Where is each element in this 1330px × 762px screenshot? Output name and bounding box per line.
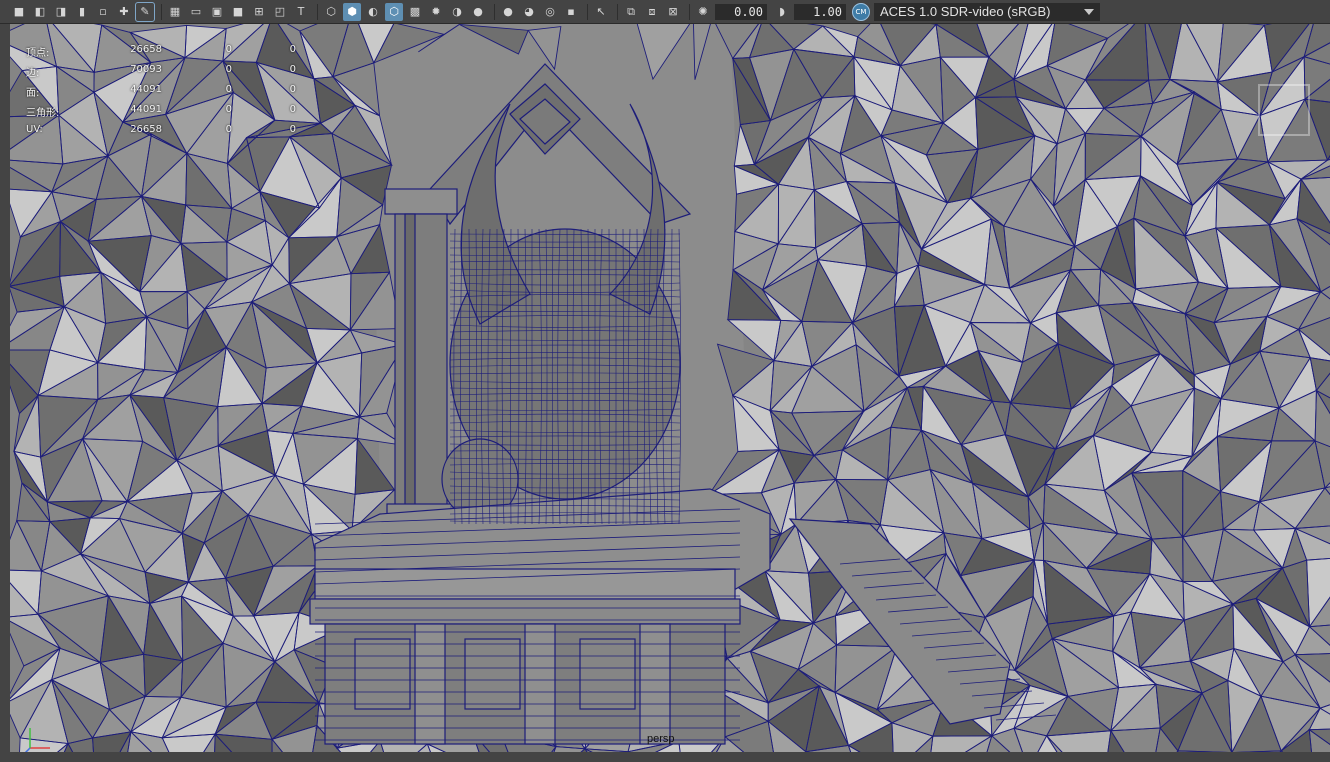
hud-label: 边: — [26, 68, 40, 79]
hud-row-triangles: 三角形: 44091 0 0 — [26, 104, 296, 124]
wireframe-on-shaded-icon[interactable]: ⬡ — [385, 2, 403, 21]
gamma-field[interactable]: 1.00 — [794, 3, 846, 20]
frame-selection-icon[interactable]: ⊠ — [664, 3, 682, 21]
toolbar-divider — [494, 3, 495, 20]
gamma-icon[interactable]: ◗ — [773, 3, 791, 21]
hud-label: UV: — [26, 124, 43, 135]
hud-value: 44091 — [130, 104, 162, 115]
axis-gizmo-icon — [24, 728, 50, 752]
hud-value: 44091 — [130, 84, 162, 95]
resolution-mask-icon[interactable]: ⧉ — [622, 3, 640, 21]
safe-title-icon[interactable]: T — [292, 3, 310, 21]
watermark-logo — [1258, 84, 1310, 136]
poly-count-hud: 顶点: 26658 0 0 边: 70093 0 0 面: 44091 0 0 … — [26, 44, 296, 144]
hud-value: 0 — [225, 84, 232, 95]
toolbar-divider — [617, 3, 618, 20]
smooth-shade-icon[interactable]: ⬢ — [343, 2, 361, 21]
hud-label: 顶点: — [26, 48, 50, 59]
camera-attr-icon[interactable]: ◨ — [52, 3, 70, 21]
frame-all-icon[interactable]: ⧈ — [643, 3, 661, 21]
hud-value: 0 — [289, 64, 296, 75]
grid-icon[interactable]: ▦ — [166, 3, 184, 21]
hud-row-uvs: UV: 26658 0 0 — [26, 124, 296, 144]
hud-value: 0 — [225, 44, 232, 55]
hud-row-edges: 边: 70093 0 0 — [26, 64, 296, 84]
chevron-down-icon — [1084, 8, 1094, 15]
perspective-viewport[interactable]: 顶点: 26658 0 0 边: 70093 0 0 面: 44091 0 0 … — [10, 24, 1330, 752]
field-chart-icon[interactable]: ⊞ — [250, 3, 268, 21]
camera-name-label: persp — [647, 733, 675, 745]
image-plane-icon[interactable]: ▫ — [94, 3, 112, 21]
gate-mask-icon[interactable]: ■ — [229, 3, 247, 21]
toolbar-divider — [587, 3, 588, 20]
film-gate-icon[interactable]: ▭ — [187, 3, 205, 21]
hud-row-vertices: 顶点: 26658 0 0 — [26, 44, 296, 64]
ambient-occlusion-icon[interactable]: ● — [469, 3, 487, 21]
xray-icon[interactable]: ◕ — [520, 3, 538, 21]
hud-value: 26658 — [130, 44, 162, 55]
hud-value: 0 — [225, 64, 232, 75]
color-space-dropdown[interactable]: ACES 1.0 SDR-video (sRGB) — [874, 2, 1100, 21]
grease-pencil-icon[interactable]: ✎ — [135, 1, 155, 22]
color-management-toggle[interactable]: CM — [852, 2, 870, 21]
hud-label: 三角形: — [26, 108, 60, 119]
hud-value: 0 — [289, 44, 296, 55]
exposure-field[interactable]: 0.00 — [715, 3, 767, 20]
hud-value: 0 — [289, 124, 296, 135]
move-2d-icon[interactable]: ✚ — [115, 3, 133, 21]
hud-value: 0 — [225, 104, 232, 115]
hud-value: 70093 — [130, 64, 162, 75]
hud-value: 26658 — [130, 124, 162, 135]
resolution-gate-icon[interactable]: ▣ — [208, 3, 226, 21]
xray-joints-icon[interactable]: ◎ — [541, 3, 559, 21]
default-material-icon[interactable]: ◐ — [364, 3, 382, 21]
bookmark-icon[interactable]: ▮ — [73, 3, 91, 21]
hud-value: 0 — [289, 84, 296, 95]
isolate-select-icon[interactable]: ● — [499, 3, 517, 21]
color-space-value: ACES 1.0 SDR-video (sRGB) — [880, 4, 1051, 19]
hud-row-faces: 面: 44091 0 0 — [26, 84, 296, 104]
safe-action-icon[interactable]: ◰ — [271, 3, 289, 21]
hud-value: 0 — [289, 104, 296, 115]
lights-icon[interactable]: ✹ — [427, 3, 445, 21]
toolbar-divider — [317, 3, 318, 20]
xray-components-icon[interactable]: ▪ — [562, 3, 580, 21]
toolbar-divider — [161, 3, 162, 20]
hud-value: 0 — [225, 124, 232, 135]
hud-label: 面: — [26, 88, 40, 99]
camera-icon[interactable]: ■ — [10, 3, 28, 21]
shadows-icon[interactable]: ◑ — [448, 3, 466, 21]
wireframe-icon[interactable]: ⬡ — [322, 3, 340, 21]
exposure-icon[interactable]: ✺ — [694, 3, 712, 21]
toolbar-divider — [689, 3, 690, 20]
camera-lock-icon[interactable]: ◧ — [31, 3, 49, 21]
viewport-toolbar: ■ ◧ ◨ ▮ ▫ ✚ ✎ ▦ ▭ ▣ ■ ⊞ ◰ T ⬡ ⬢ ◐ ⬡ ▩ ✹ … — [0, 0, 1330, 24]
textured-icon[interactable]: ▩ — [406, 3, 424, 21]
select-camera-icon[interactable]: ↖ — [592, 3, 610, 21]
